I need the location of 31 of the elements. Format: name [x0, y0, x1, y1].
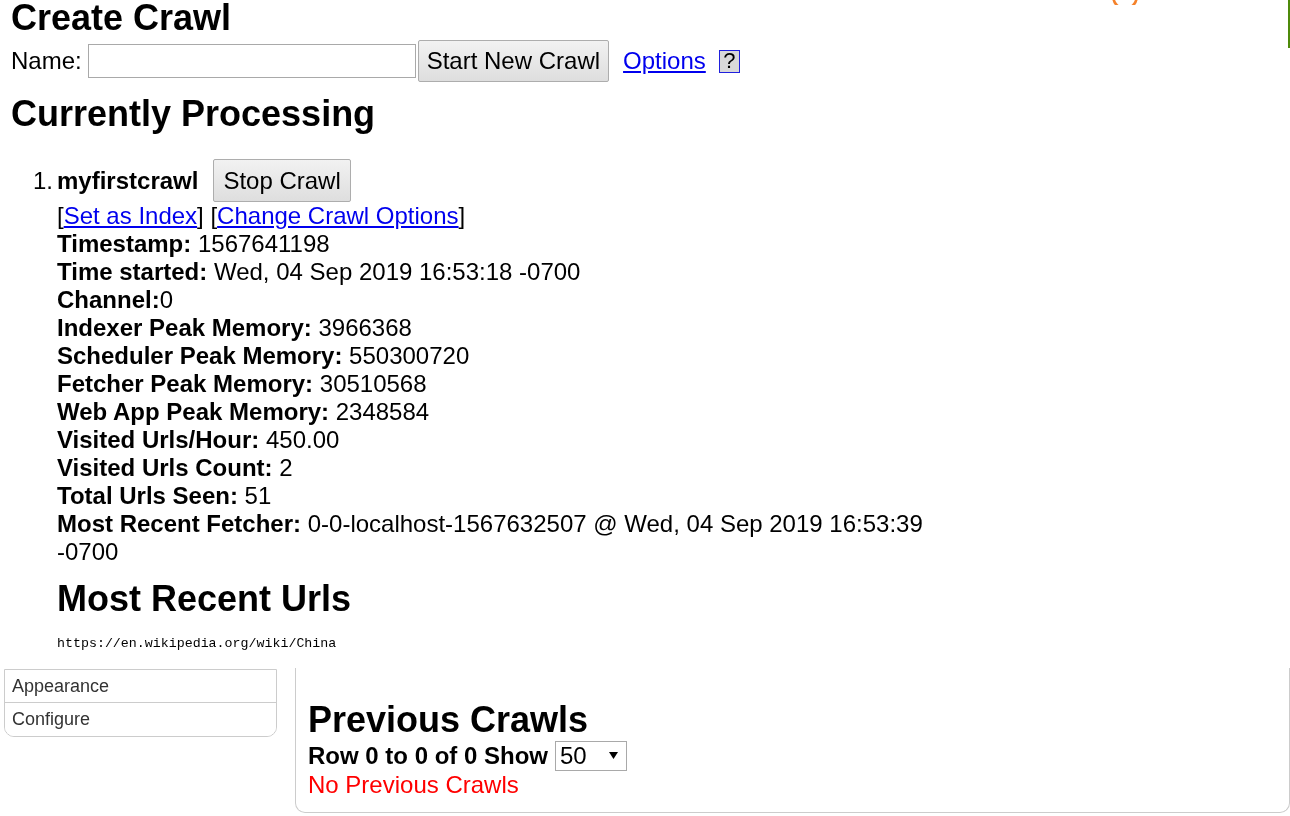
subsection-heading: Most Recent Urls — [57, 578, 352, 619]
page-size-select[interactable]: 50 — [555, 740, 627, 771]
options-link[interactable]: Options — [623, 43, 706, 79]
crawl-stat: Visited Urls/Hour: 450.00 — [57, 426, 340, 454]
side-strip — [1288, 0, 1290, 48]
crawl-stat: Fetcher Peak Memory: 30510568 — [57, 370, 427, 398]
crawl-stat: Time started: Wed, 04 Sep 2019 16:53:18 -0700 — [57, 258, 581, 286]
crawl-stat: Web App Peak Memory: 2348584 — [57, 398, 430, 426]
crawl-stat: Indexer Peak Memory: 3966368 — [57, 314, 412, 342]
action-link[interactable]: Change Crawl Options — [217, 202, 459, 229]
caret-icon — [609, 752, 618, 759]
list-number: 1. — [33, 165, 53, 196]
name-label: Name: — [11, 46, 82, 76]
recent-url: https://en.wikipedia.org/wiki/China — [57, 636, 337, 652]
section-heading: Previous Crawls — [308, 699, 589, 740]
crawl-stat: Visited Urls Count: 2 — [57, 454, 293, 482]
crawl-stat: Total Urls Seen: 51 — [57, 482, 272, 510]
crawl-stat: Scheduler Peak Memory: 550300720 — [57, 342, 470, 370]
crawl-stat: Channel:0 — [57, 286, 174, 314]
start-crawl-button[interactable]: Start New Crawl — [417, 40, 610, 82]
crawl-stat: Most Recent Fetcher: 0-0-localhost-1567632507 @ Wed, 04 Sep 2019 16:53:39 -0700 — [57, 510, 924, 566]
stop-crawl-button[interactable]: Stop Crawl — [213, 159, 351, 202]
crawl-name: myfirstcrawl — [57, 165, 199, 196]
section-heading: Currently Processing — [11, 93, 376, 134]
crawl-stat: Timestamp: 1567641198 — [57, 230, 330, 258]
help-button[interactable]: ? — [718, 49, 740, 73]
page-heading: Create Crawl — [11, 0, 232, 38]
crawl-actions-line: [Set as Index] [Change Crawl Options] — [57, 202, 466, 230]
empty-message: No Previous Crawls — [308, 771, 519, 799]
name-input-field[interactable] — [87, 44, 416, 78]
row-range-label: Row 0 to 0 of 0 Show — [308, 740, 548, 771]
